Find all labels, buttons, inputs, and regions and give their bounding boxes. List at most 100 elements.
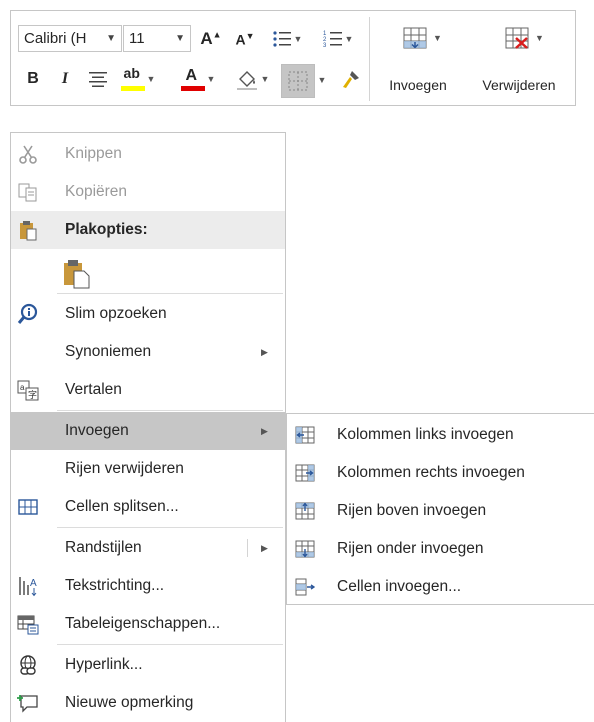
menu-item-insert[interactable]: Invoegen ▶ bbox=[11, 412, 285, 450]
highlight-button[interactable]: ab ▼ bbox=[115, 64, 161, 94]
clipboard-icon bbox=[20, 221, 37, 241]
bold-button[interactable]: B bbox=[23, 66, 43, 92]
bullets-button[interactable]: ▼ bbox=[265, 26, 309, 52]
svg-text:3: 3 bbox=[323, 43, 327, 49]
menu-item-label: Knippen bbox=[65, 145, 122, 162]
insert-column-left-icon bbox=[295, 426, 315, 444]
menu-item-copy[interactable]: Kopiëren bbox=[11, 173, 285, 211]
font-name-combobox[interactable]: Calibri (H ▼ bbox=[18, 25, 122, 52]
split-divider bbox=[247, 539, 248, 557]
menu-item-label: Plakopties: bbox=[65, 221, 148, 238]
paint-bucket-icon bbox=[236, 71, 257, 90]
bullets-icon bbox=[272, 31, 291, 47]
menu-separator bbox=[57, 644, 283, 645]
menu-item-delete-rows[interactable]: Rijen verwijderen bbox=[11, 450, 285, 488]
italic-button[interactable]: I bbox=[55, 66, 75, 92]
menu-item-label: Kopiëren bbox=[65, 183, 128, 200]
borders-dropdown[interactable]: ▼ bbox=[315, 64, 327, 96]
submenu-item-label: Kolommen links invoegen bbox=[337, 426, 514, 443]
menu-item-label: Slim opzoeken bbox=[65, 305, 167, 322]
chevron-right-icon: ▶ bbox=[261, 426, 268, 436]
text-direction-icon: A bbox=[19, 577, 37, 597]
menu-item-table-properties[interactable]: Tabeleigenschappen... bbox=[11, 605, 285, 643]
shading-button[interactable]: ▼ bbox=[229, 64, 275, 94]
menu-item-text-direction[interactable]: A Tekstrichting... bbox=[11, 567, 285, 605]
menu-separator bbox=[57, 527, 283, 528]
delete-table-button[interactable]: ▼ Verwijderen bbox=[467, 17, 571, 101]
menu-separator bbox=[57, 293, 283, 294]
toolbar-separator bbox=[369, 17, 370, 101]
smart-lookup-icon bbox=[17, 303, 38, 324]
borders-icon bbox=[288, 71, 308, 91]
submenu-item-label: Cellen invoegen... bbox=[337, 578, 462, 595]
submenu-item-insert-columns-right[interactable]: Kolommen rechts invoegen bbox=[287, 454, 593, 492]
insert-row-above-icon bbox=[295, 502, 315, 520]
submenu-item-label: Kolommen rechts invoegen bbox=[337, 464, 525, 481]
submenu-item-label: Rijen onder invoegen bbox=[337, 540, 484, 557]
grow-font-icon: A▲ bbox=[200, 29, 222, 48]
paste-keep-source-button[interactable] bbox=[11, 251, 285, 291]
menu-item-label: Vertalen bbox=[65, 381, 122, 398]
chevron-right-icon: ▶ bbox=[261, 347, 268, 357]
mini-toolbar: Calibri (H ▼ 11 ▼ A▲ A▼ ▼ 1 2 3 ▼ B I ab… bbox=[10, 10, 576, 106]
menu-item-hyperlink[interactable]: Hyperlink... bbox=[11, 646, 285, 684]
insert-column-right-icon bbox=[295, 464, 315, 482]
numbering-button[interactable]: 1 2 3 ▼ bbox=[315, 26, 361, 52]
submenu-item-insert-columns-left[interactable]: Kolommen links invoegen bbox=[287, 416, 593, 454]
shrink-font-icon: A▼ bbox=[235, 30, 255, 48]
chevron-down-icon: ▼ bbox=[260, 74, 270, 84]
menu-item-new-comment[interactable]: Nieuwe opmerking bbox=[11, 684, 285, 722]
chevron-down-icon: ▼ bbox=[317, 75, 327, 85]
menu-item-label: Cellen splitsen... bbox=[65, 498, 179, 515]
numbering-icon: 1 2 3 bbox=[323, 31, 342, 49]
hyperlink-icon bbox=[20, 655, 36, 675]
insert-submenu: Kolommen links invoegen Kolommen rechts … bbox=[286, 413, 594, 605]
menu-item-label: Invoegen bbox=[65, 422, 129, 439]
clipboard-paste-icon bbox=[64, 260, 90, 289]
menu-item-label: Synoniemen bbox=[65, 343, 152, 360]
grow-font-button[interactable]: A▲ bbox=[199, 26, 223, 52]
font-size-value: 11 bbox=[129, 30, 145, 47]
font-name-value: Calibri (H bbox=[24, 30, 87, 47]
table-properties-icon bbox=[17, 615, 39, 635]
split-cells-icon bbox=[18, 499, 38, 515]
menu-item-border-styles[interactable]: Randstijlen ▶ bbox=[11, 529, 285, 567]
paste-options-header: Plakopties: bbox=[11, 211, 285, 249]
menu-item-label: Tekstrichting... bbox=[65, 577, 165, 594]
menu-item-cut[interactable]: Knippen bbox=[11, 135, 285, 173]
table-insert-icon bbox=[403, 27, 427, 49]
submenu-item-insert-rows-above[interactable]: Rijen boven invoegen bbox=[287, 492, 593, 530]
insert-row-below-icon bbox=[295, 540, 315, 558]
font-color-button[interactable]: A ▼ bbox=[175, 64, 221, 94]
menu-item-split-cells[interactable]: Cellen splitsen... bbox=[11, 488, 285, 526]
menu-item-synonyms[interactable]: Synoniemen ▶ bbox=[11, 333, 285, 371]
insert-table-button[interactable]: ▼ Invoegen bbox=[373, 17, 463, 101]
shrink-font-button[interactable]: A▼ bbox=[233, 26, 257, 52]
submenu-item-insert-rows-below[interactable]: Rijen onder invoegen bbox=[287, 530, 593, 568]
chevron-down-icon: ▼ bbox=[106, 33, 116, 44]
chevron-down-icon: ▼ bbox=[344, 34, 354, 44]
menu-item-label: Hyperlink... bbox=[65, 656, 143, 673]
chevron-down-icon: ▼ bbox=[206, 74, 216, 84]
bold-icon: B bbox=[27, 70, 39, 87]
svg-text:字: 字 bbox=[28, 389, 37, 400]
format-painter-icon bbox=[343, 71, 359, 88]
borders-button[interactable] bbox=[281, 64, 315, 98]
font-color-icon: A bbox=[180, 65, 205, 93]
font-size-combobox[interactable]: 11 ▼ bbox=[123, 25, 191, 52]
menu-item-smart-lookup[interactable]: Slim opzoeken bbox=[11, 295, 285, 333]
translate-icon: a 字 bbox=[17, 380, 39, 401]
menu-item-label: Tabeleigenschappen... bbox=[65, 615, 221, 632]
chevron-down-icon: ▼ bbox=[293, 34, 303, 44]
copy-icon bbox=[18, 183, 37, 202]
menu-item-translate[interactable]: a 字 Vertalen bbox=[11, 371, 285, 409]
highlighter-icon: ab bbox=[120, 65, 145, 93]
chevron-down-icon: ▼ bbox=[175, 33, 185, 44]
svg-text:a: a bbox=[20, 383, 25, 392]
chevron-down-icon: ▼ bbox=[146, 74, 156, 84]
format-painter-button[interactable] bbox=[337, 64, 365, 94]
submenu-item-insert-cells[interactable]: Cellen invoegen... bbox=[287, 568, 593, 606]
menu-item-label: Nieuwe opmerking bbox=[65, 694, 194, 711]
center-align-button[interactable] bbox=[87, 66, 109, 92]
chevron-down-icon: ▼ bbox=[433, 33, 442, 43]
